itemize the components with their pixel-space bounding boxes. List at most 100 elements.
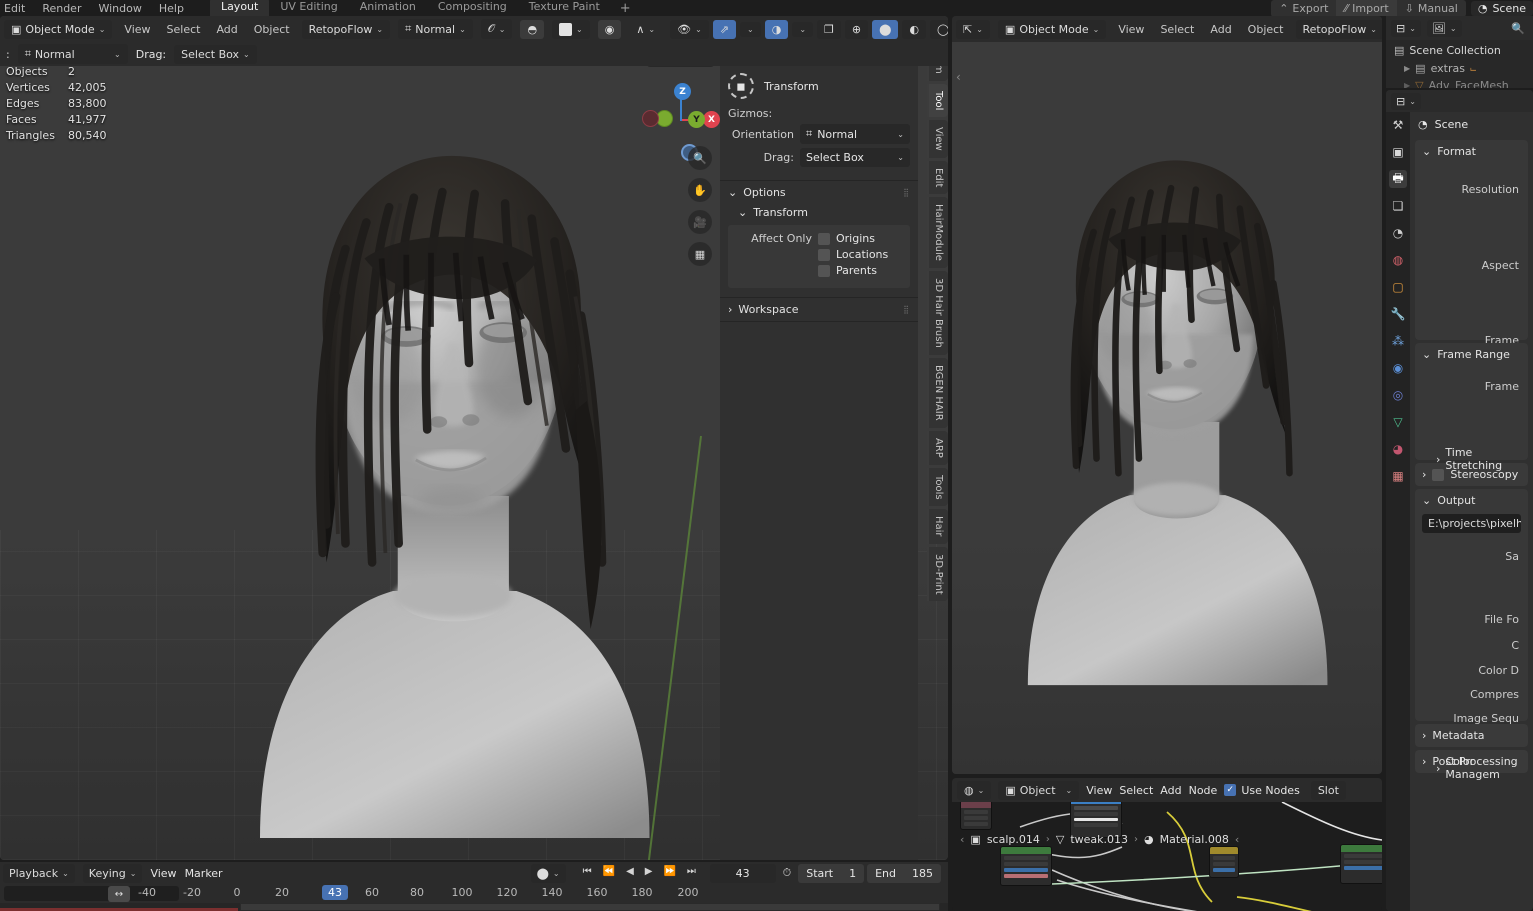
frame-range-panel-header[interactable]: ⌄ Frame Range — [1422, 348, 1521, 361]
workspace-tab-layout[interactable]: Layout — [209, 0, 270, 16]
use-nodes-checkbox[interactable]: ✓ — [1224, 784, 1237, 796]
shading-rendered[interactable]: ◯ — [930, 19, 948, 39]
workspace-header[interactable]: › Workspace ⣿ — [720, 298, 918, 321]
transform-subheader[interactable]: ⌄ Transform — [728, 204, 910, 221]
export-button[interactable]: ⌃ Export — [1271, 0, 1337, 16]
properties-tab-constraints[interactable]: ◎ — [1389, 386, 1407, 404]
sidebar-tab-view[interactable]: View — [927, 120, 948, 158]
gizmo-axis-neg-y[interactable] — [642, 110, 659, 127]
node-item[interactable] — [1209, 846, 1239, 878]
collapse-sidebar-arrow[interactable]: ‹ — [956, 70, 961, 84]
expand-triangle-icon[interactable]: ▶ — [1404, 81, 1410, 88]
end-frame-field[interactable]: End 185 — [867, 863, 941, 883]
keyframe-type-button[interactable]: ⬤ ⌄ — [530, 863, 566, 883]
viewport2-editor-type-button[interactable]: ⇱ ⌄ — [956, 19, 990, 39]
menu-help[interactable]: Help — [159, 2, 184, 15]
breadcrumb-chevron-left-icon[interactable]: ‹ — [960, 833, 964, 846]
object-visibility-selector[interactable]: 👁 ⌄ — [670, 19, 709, 39]
gizmo-axis-x[interactable]: X — [703, 111, 720, 128]
scene-selector[interactable]: ◔ Scene — [1470, 0, 1533, 16]
use-nodes-toggle[interactable]: ✓ Use Nodes — [1224, 784, 1300, 797]
sidebar-tab-arp[interactable]: ARP — [927, 430, 948, 465]
viewport-menu-select[interactable]: Select — [163, 23, 205, 36]
shader-menu-view[interactable]: View — [1086, 784, 1112, 797]
search-icon[interactable]: 🔍 — [1511, 22, 1528, 35]
shading-material-preview[interactable]: ◐ — [902, 19, 927, 39]
properties-tab-texture[interactable]: ▦ — [1389, 467, 1407, 485]
viewport-menu-add[interactable]: Add — [212, 23, 241, 36]
workspace-tab-compositing[interactable]: Compositing — [427, 0, 518, 16]
viewport-menu-object[interactable]: Object — [250, 23, 294, 36]
zoom-icon[interactable]: 🔍 — [688, 146, 712, 170]
outliner-row-adv-facemesh[interactable]: ▶ ▽ Adv_FaceMesh — [1386, 77, 1533, 88]
play-icon[interactable]: ▶ — [640, 864, 658, 883]
retopoflow-menu[interactable]: RetopoFlow ⌄ — [301, 19, 391, 39]
current-frame-field[interactable]: 43 — [709, 863, 776, 883]
workspace-tab-uv-editing[interactable]: UV Editing — [269, 0, 348, 16]
snapping-selector[interactable]: 𝒪 ⌄ — [480, 19, 513, 39]
show-overlays-toggle[interactable]: ◑ — [764, 19, 789, 39]
menu-window[interactable]: Window — [98, 2, 141, 15]
properties-panel-metadata[interactable]: › Metadata — [1415, 724, 1528, 747]
orientation-dropdown[interactable]: ⌗ Normal ⌄ — [800, 124, 910, 144]
outliner-display-mode-button[interactable]: ⊟ ⌄ — [1391, 19, 1421, 37]
properties-tab-tool[interactable]: ⚒ — [1389, 116, 1407, 134]
timeline-ruler[interactable]: ↔ -40 -20 0 20 60 80 100 120 140 160 180… — [0, 884, 948, 903]
properties-tab-render[interactable]: ▣ — [1389, 143, 1407, 161]
properties-tab-scene[interactable]: ◔ — [1389, 224, 1407, 242]
sidebar-tab-hair[interactable]: Hair — [927, 509, 948, 544]
node-editor-canvas[interactable]: ‹ ▣ scalp.014 › ▽ tweak.013 › ◕ Material… — [952, 802, 1382, 911]
auto-key-icon[interactable]: ⏱ — [779, 866, 796, 880]
camera-icon[interactable]: 🎥 — [688, 210, 712, 234]
properties-tab-modifier[interactable]: 🔧 — [1389, 305, 1407, 323]
properties-tab-world[interactable]: ◍ — [1389, 251, 1407, 269]
breadcrumb-material-label[interactable]: Material.008 — [1160, 833, 1229, 846]
shader-menu-select[interactable]: Select — [1119, 784, 1153, 797]
sidebar-tab-bgen-hair[interactable]: BGEN HAIR — [927, 358, 948, 428]
shader-editor-type-button[interactable]: ◍ ⌄ — [957, 780, 992, 800]
pan-hand-icon[interactable]: ✋ — [688, 178, 712, 202]
breadcrumb-modifier-label[interactable]: tweak.013 — [1070, 833, 1128, 846]
sidebar-tab-hairmodule[interactable]: HairModule — [927, 197, 948, 269]
properties-editor-type-button[interactable]: ⊟ ⌄ — [1391, 92, 1421, 110]
shader-menu-add[interactable]: Add — [1160, 784, 1181, 797]
jump-start-icon[interactable]: ⏮ — [578, 864, 597, 883]
time-stretching-subpanel[interactable]: › Time Stretching — [1422, 446, 1521, 472]
checkbox-parents[interactable] — [818, 264, 830, 277]
properties-tab-physics[interactable]: ◉ — [1389, 359, 1407, 377]
overlay-options-dropdown[interactable]: ⌄ — [792, 21, 814, 37]
properties-tab-output[interactable]: 🖶 — [1389, 170, 1407, 188]
navigation-gizmo[interactable]: Z X Y — [642, 72, 720, 142]
outliner-row-extras[interactable]: ▶ ▤ extras ⨽ — [1386, 59, 1533, 77]
sidebar-tab-tool[interactable]: Tool — [927, 83, 948, 118]
jump-next-keyframe-icon[interactable]: ⏩ — [658, 864, 680, 883]
import-button[interactable]: ⁄⁄ Import — [1336, 0, 1397, 16]
proportional-editing-toggle[interactable]: ◓ — [520, 19, 545, 39]
add-workspace-button[interactable]: + — [611, 1, 640, 16]
transform-orientation-selector[interactable]: ⌗ Normal ⌄ — [398, 19, 473, 39]
viewport2-mode-selector[interactable]: ▣ Object Mode ⌄ — [997, 19, 1107, 39]
properties-tab-view-layer[interactable]: ❏ — [1389, 197, 1407, 215]
breadcrumb-object-label[interactable]: scalp.014 — [987, 833, 1040, 846]
properties-tab-material[interactable]: ◕ — [1389, 440, 1407, 458]
node-item[interactable] — [960, 802, 992, 830]
falloff-curve-selector[interactable]: ∧ ⌄ — [629, 20, 662, 39]
playhead-frame-badge[interactable]: 43 — [322, 885, 348, 900]
shader-menu-node[interactable]: Node — [1189, 784, 1218, 797]
keyframe-channel-row[interactable] — [240, 903, 940, 911]
timeline-menu-view[interactable]: View — [150, 867, 176, 880]
jump-end-icon[interactable]: ⏭ — [682, 864, 701, 883]
mode-selector[interactable]: ▣ Object Mode ⌄ — [4, 19, 113, 39]
workspace-tab-texture-paint[interactable]: Texture Paint — [518, 0, 611, 16]
gizmo-axis-z[interactable]: Z — [674, 83, 691, 100]
outliner-filter-button[interactable]: 🖼 ⌄ — [1426, 19, 1462, 37]
drag-dots-icon[interactable]: ⣿ — [903, 188, 910, 197]
shader-type-selector[interactable]: ▣ Object ⌄ — [998, 780, 1080, 800]
checkbox-origins[interactable] — [818, 232, 830, 245]
slot-selector[interactable]: Slot — [1310, 780, 1346, 800]
jump-prev-keyframe-icon[interactable]: ⏪ — [598, 864, 620, 883]
checkbox-locations[interactable] — [818, 248, 830, 261]
node-item[interactable] — [1000, 846, 1052, 886]
viewport2-menu-select[interactable]: Select — [1156, 23, 1198, 36]
start-frame-field[interactable]: Start 1 — [798, 863, 865, 883]
